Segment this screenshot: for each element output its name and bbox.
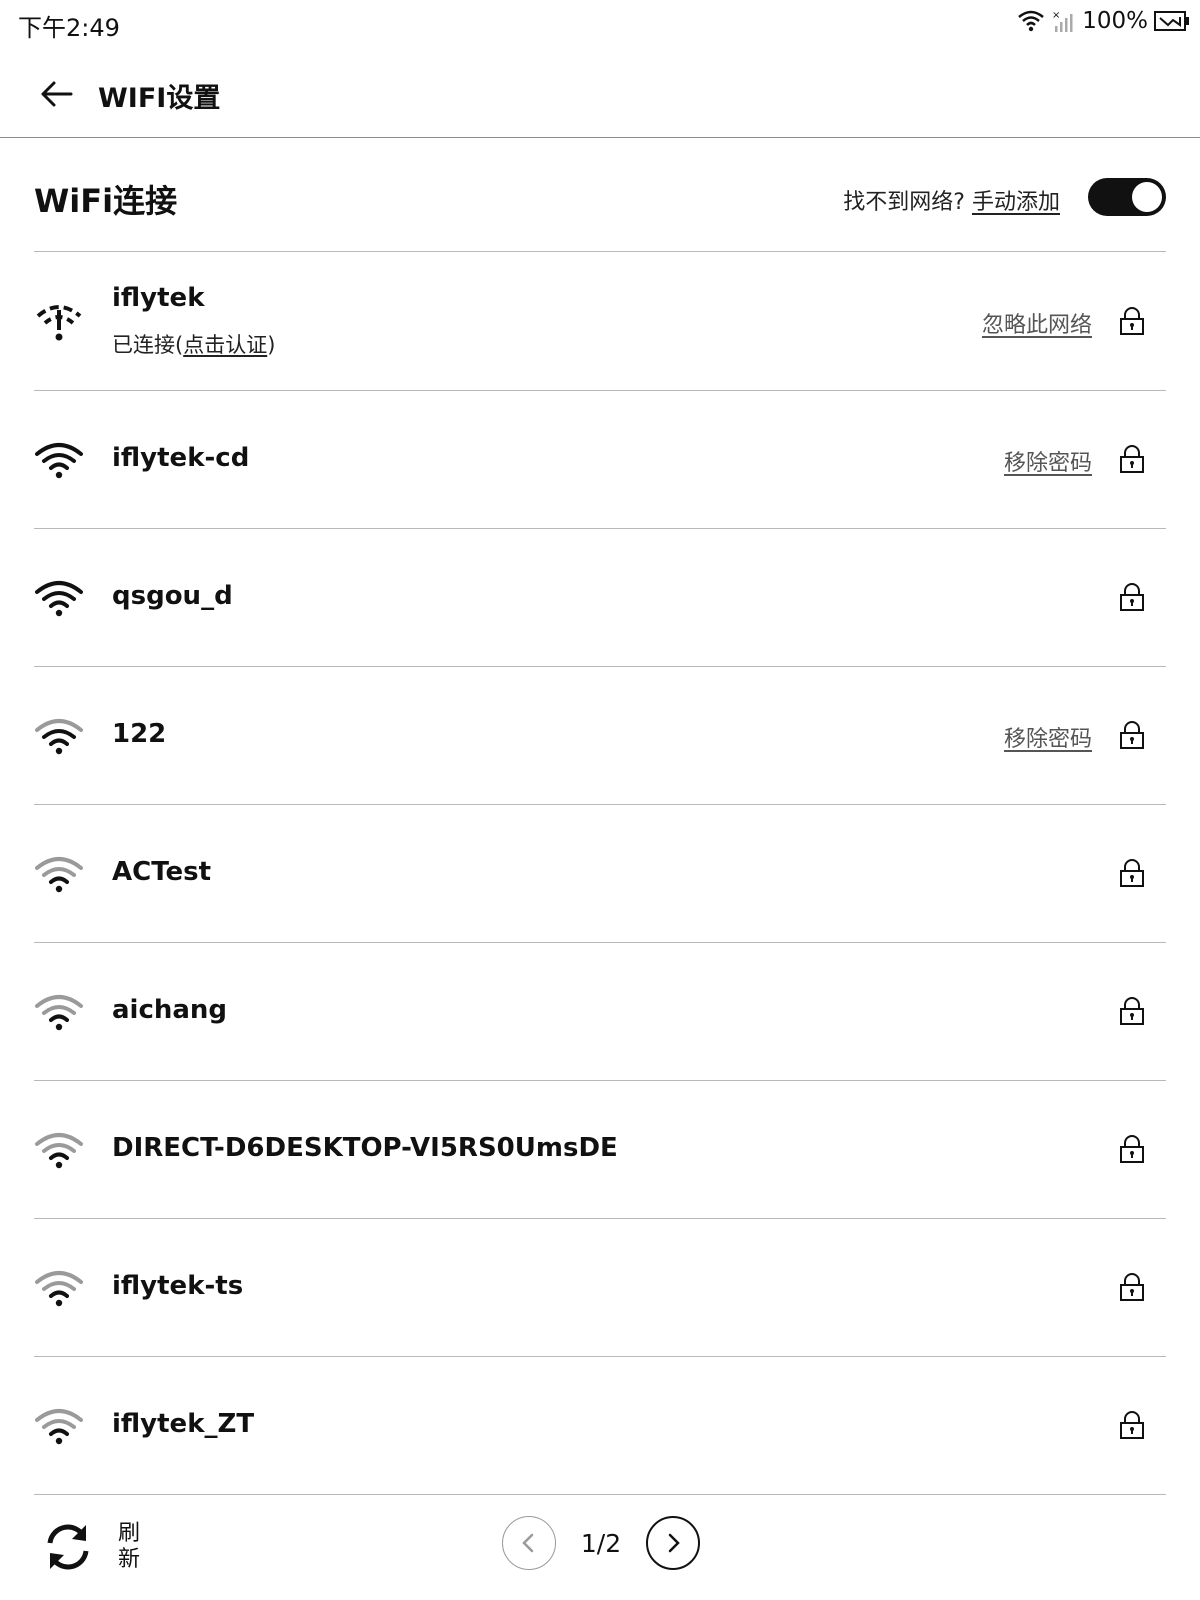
refresh-label: 刷新 — [118, 1521, 141, 1572]
wifi-signal-strong-icon — [34, 434, 84, 484]
refresh-button[interactable]: 刷新 — [40, 1514, 160, 1580]
manual-add-area: 找不到网络? 手动添加 — [843, 184, 1060, 216]
manual-add-link[interactable]: 手动添加 — [972, 190, 1060, 215]
manual-add-prompt: 找不到网络? — [843, 190, 965, 215]
prev-page-button[interactable] — [502, 1516, 556, 1570]
wifi-signal-weak-icon — [34, 1124, 84, 1174]
network-row[interactable]: aichang — [34, 943, 1166, 1081]
network-row[interactable]: 122 移除密码 — [34, 667, 1166, 805]
wifi-signal-weak-icon — [34, 1400, 84, 1450]
bottom-bar: 刷新 1/2 — [0, 1494, 1200, 1600]
network-name: 122 — [112, 719, 167, 749]
wifi-signal-strong-icon — [34, 572, 84, 622]
chevron-right-icon — [668, 1533, 680, 1553]
page-title: WIFI设置 — [98, 83, 221, 114]
svg-text:×: × — [1052, 10, 1060, 21]
network-status: 已连接(点击认证) — [112, 329, 275, 359]
lock-icon — [1118, 1272, 1146, 1302]
lock-icon — [1118, 582, 1146, 612]
network-row[interactable]: iflytek-ts — [34, 1219, 1166, 1357]
status-bar: 下午2:49 × 100% — [0, 0, 1200, 48]
wifi-toggle[interactable] — [1088, 178, 1166, 216]
network-name: ACTest — [112, 857, 212, 887]
network-row[interactable]: DIRECT-D6DESKTOP-VI5RS0UmsDE — [34, 1081, 1166, 1219]
battery-charging-icon — [1154, 10, 1190, 32]
network-name: iflytek — [112, 283, 205, 313]
forget-network-link[interactable]: 忽略此网络 — [982, 307, 1092, 339]
no-signal-icon: × — [1052, 9, 1076, 33]
lock-icon — [1118, 1134, 1146, 1164]
status-time: 下午2:49 — [18, 14, 120, 42]
wifi-signal-medium-icon — [34, 710, 84, 760]
battery-percent: 100% — [1082, 8, 1148, 34]
wifi-section-header: WiFi连接 找不到网络? 手动添加 — [34, 140, 1166, 252]
page-indicator: 1/2 — [580, 1528, 622, 1558]
lock-icon — [1118, 996, 1146, 1026]
wifi-signal-weak-icon — [34, 986, 84, 1036]
wifi-connected-icon — [34, 296, 84, 346]
remove-password-link[interactable]: 移除密码 — [1004, 445, 1092, 477]
network-name: DIRECT-D6DESKTOP-VI5RS0UmsDE — [112, 1133, 618, 1163]
arrow-left-icon — [41, 81, 73, 107]
network-row[interactable]: iflytek 已连接(点击认证) 忽略此网络 — [34, 253, 1166, 391]
wifi-signal-weak-icon — [34, 1262, 84, 1312]
status-prefix: 已连接( — [112, 333, 184, 357]
remove-password-link[interactable]: 移除密码 — [1004, 721, 1092, 753]
refresh-icon — [47, 1524, 89, 1570]
network-row[interactable]: iflytek_ZT — [34, 1357, 1166, 1495]
wifi-signal-weak-icon — [34, 848, 84, 898]
auth-link[interactable]: 点击认证 — [183, 333, 267, 357]
lock-icon — [1118, 858, 1146, 888]
lock-icon — [1118, 444, 1146, 474]
status-suffix: ) — [267, 333, 276, 357]
chevron-left-icon — [522, 1533, 534, 1553]
network-name: iflytek_ZT — [112, 1409, 255, 1439]
network-row[interactable]: iflytek-cd 移除密码 — [34, 391, 1166, 529]
network-name: iflytek-cd — [112, 443, 250, 473]
back-button[interactable] — [34, 72, 78, 116]
section-title: WiFi连接 — [34, 182, 178, 220]
network-row[interactable]: ACTest — [34, 805, 1166, 943]
lock-icon — [1118, 306, 1146, 336]
pager: 1/2 — [502, 1516, 700, 1570]
network-name: iflytek-ts — [112, 1271, 244, 1301]
lock-icon — [1118, 720, 1146, 750]
next-page-button[interactable] — [646, 1516, 700, 1570]
toggle-knob — [1132, 182, 1162, 212]
status-icons: × 100% — [1016, 8, 1190, 34]
network-list: iflytek 已连接(点击认证) 忽略此网络 iflytek-cd 移除密码 qsgou… — [34, 253, 1166, 1495]
lock-icon — [1118, 1410, 1146, 1440]
network-row[interactable]: qsgou_d — [34, 529, 1166, 667]
network-name: qsgou_d — [112, 581, 233, 611]
wifi-status-icon — [1016, 9, 1046, 33]
network-name: aichang — [112, 995, 228, 1025]
app-header: WIFI设置 — [0, 58, 1200, 138]
